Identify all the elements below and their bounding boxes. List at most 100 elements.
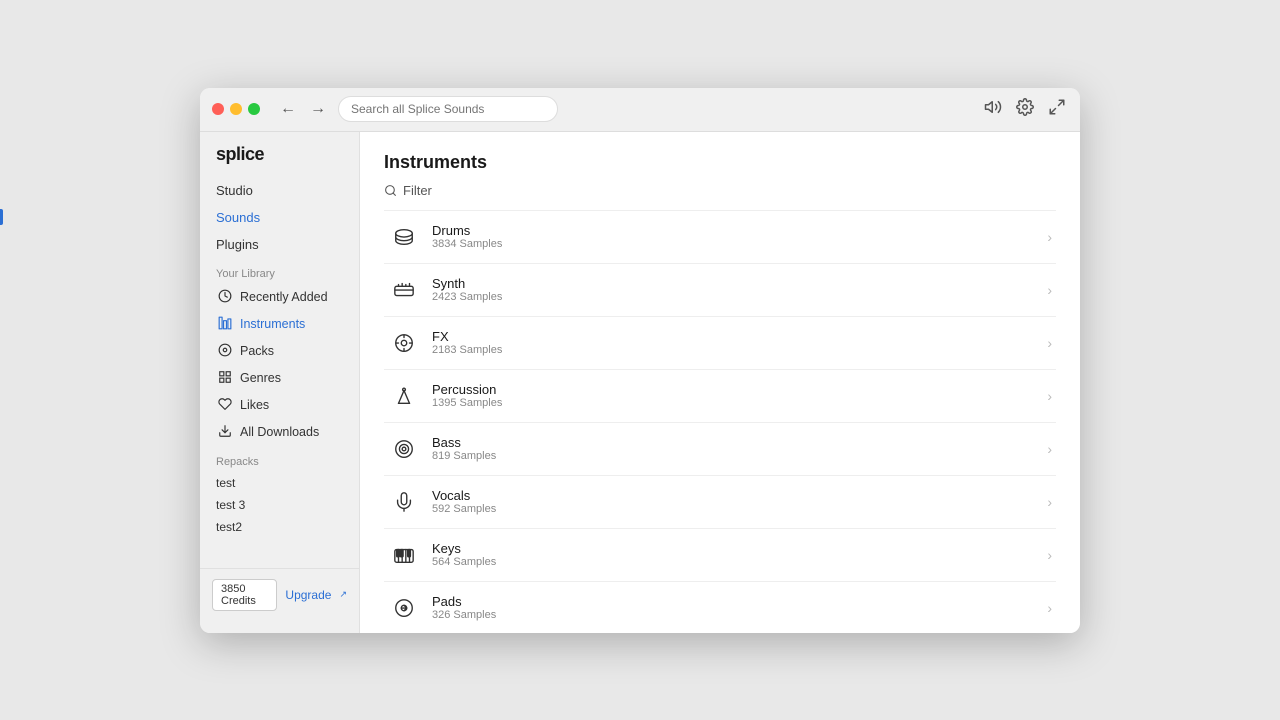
expand-icon-button[interactable] <box>1046 96 1068 123</box>
bass-count: 819 Samples <box>432 450 1047 462</box>
instrument-item-percussion[interactable]: Percussion 1395 Samples › <box>384 370 1056 423</box>
nav-controls: ← → <box>276 98 330 120</box>
keys-name: Keys <box>432 541 1047 556</box>
drums-info: Drums 3834 Samples <box>432 223 1047 250</box>
fx-chevron: › <box>1047 335 1052 351</box>
sidebar-bottom: 3850 Credits Upgrade ↗ <box>200 568 359 621</box>
percussion-info: Percussion 1395 Samples <box>432 382 1047 409</box>
sidebar-item-genres[interactable]: Genres <box>200 365 359 392</box>
sidebar-item-plugins[interactable]: Plugins <box>200 231 359 258</box>
bass-icon <box>388 433 420 465</box>
recently-added-icon <box>216 289 234 306</box>
repack-item-test3[interactable]: test 3 <box>200 494 359 516</box>
genres-label: Genres <box>240 371 281 385</box>
vocals-name: Vocals <box>432 488 1047 503</box>
likes-icon <box>216 397 234 414</box>
app-logo: splice <box>200 144 359 177</box>
titlebar: ← → <box>200 88 1080 132</box>
library-section-label: Your Library <box>200 258 359 284</box>
synth-name: Synth <box>432 276 1047 291</box>
repack-item-test[interactable]: test <box>200 472 359 494</box>
sidebar-item-recently-added[interactable]: Recently Added <box>200 284 359 311</box>
content-area: Instruments Filter Drums 3834 Samples › <box>360 132 1080 633</box>
packs-label: Packs <box>240 344 274 358</box>
close-button[interactable] <box>212 103 224 115</box>
instruments-icon <box>216 316 234 333</box>
instrument-item-drums[interactable]: Drums 3834 Samples › <box>384 211 1056 264</box>
instrument-item-pads[interactable]: Pads 326 Samples › <box>384 582 1056 633</box>
fx-icon <box>388 327 420 359</box>
keys-info: Keys 564 Samples <box>432 541 1047 568</box>
filter-icon <box>384 184 397 197</box>
genres-icon <box>216 370 234 387</box>
instrument-item-fx[interactable]: FX 2183 Samples › <box>384 317 1056 370</box>
sounds-label: Sounds <box>216 210 260 225</box>
instrument-item-bass[interactable]: Bass 819 Samples › <box>384 423 1056 476</box>
maximize-button[interactable] <box>248 103 260 115</box>
plugins-label: Plugins <box>216 237 259 252</box>
percussion-chevron: › <box>1047 388 1052 404</box>
synth-count: 2423 Samples <box>432 291 1047 303</box>
instrument-list: Drums 3834 Samples › Synth 2423 Samples … <box>384 210 1056 633</box>
filter-label: Filter <box>403 183 432 198</box>
packs-icon <box>216 343 234 360</box>
search-bar <box>338 96 558 122</box>
settings-icon-button[interactable] <box>1014 96 1036 123</box>
drums-icon <box>388 221 420 253</box>
fx-name: FX <box>432 329 1047 344</box>
percussion-count: 1395 Samples <box>432 397 1047 409</box>
vocals-info: Vocals 592 Samples <box>432 488 1047 515</box>
sidebar-item-studio[interactable]: Studio <box>200 177 359 204</box>
sidebar-item-instruments[interactable]: Instruments <box>200 311 359 338</box>
likes-label: Likes <box>240 398 269 412</box>
pads-icon <box>388 592 420 624</box>
bass-chevron: › <box>1047 441 1052 457</box>
audio-icon-button[interactable] <box>982 96 1004 123</box>
sidebar: splice Studio Sounds Plugins Your Librar… <box>200 132 360 633</box>
instruments-label: Instruments <box>240 317 305 331</box>
forward-button[interactable]: → <box>306 98 330 120</box>
percussion-name: Percussion <box>432 382 1047 397</box>
sidebar-item-likes[interactable]: Likes <box>200 392 359 419</box>
sidebar-item-sounds[interactable]: Sounds <box>200 204 359 231</box>
search-input[interactable] <box>338 96 558 122</box>
pads-chevron: › <box>1047 600 1052 616</box>
percussion-icon <box>388 380 420 412</box>
vocals-icon <box>388 486 420 518</box>
sidebar-item-all-downloads[interactable]: All Downloads <box>200 419 359 446</box>
keys-icon <box>388 539 420 571</box>
fx-info: FX 2183 Samples <box>432 329 1047 356</box>
all-downloads-label: All Downloads <box>240 425 319 439</box>
instrument-item-vocals[interactable]: Vocals 592 Samples › <box>384 476 1056 529</box>
repack-item-test2[interactable]: test2 <box>200 516 359 538</box>
window-controls <box>212 103 260 115</box>
keys-chevron: › <box>1047 547 1052 563</box>
fx-count: 2183 Samples <box>432 344 1047 356</box>
instruments-section-title: Instruments <box>384 152 1056 173</box>
vocals-count: 592 Samples <box>432 503 1047 515</box>
titlebar-actions <box>982 96 1068 123</box>
studio-label: Studio <box>216 183 253 198</box>
sidebar-item-packs[interactable]: Packs <box>200 338 359 365</box>
drums-name: Drums <box>432 223 1047 238</box>
app-window: ← → <box>200 88 1080 633</box>
bass-info: Bass 819 Samples <box>432 435 1047 462</box>
repacks-section-label: Repacks <box>200 446 359 472</box>
all-downloads-icon <box>216 424 234 441</box>
drums-chevron: › <box>1047 229 1052 245</box>
instrument-item-synth[interactable]: Synth 2423 Samples › <box>384 264 1056 317</box>
pads-count: 326 Samples <box>432 609 1047 621</box>
upgrade-link[interactable]: Upgrade <box>285 588 331 602</box>
drums-count: 3834 Samples <box>432 238 1047 250</box>
recently-added-label: Recently Added <box>240 290 328 304</box>
filter-row[interactable]: Filter <box>384 183 1056 198</box>
minimize-button[interactable] <box>230 103 242 115</box>
instrument-item-keys[interactable]: Keys 564 Samples › <box>384 529 1056 582</box>
pads-name: Pads <box>432 594 1047 609</box>
synth-chevron: › <box>1047 282 1052 298</box>
vocals-chevron: › <box>1047 494 1052 510</box>
synth-info: Synth 2423 Samples <box>432 276 1047 303</box>
bass-name: Bass <box>432 435 1047 450</box>
credits-badge: 3850 Credits <box>212 579 277 611</box>
back-button[interactable]: ← <box>276 98 300 120</box>
